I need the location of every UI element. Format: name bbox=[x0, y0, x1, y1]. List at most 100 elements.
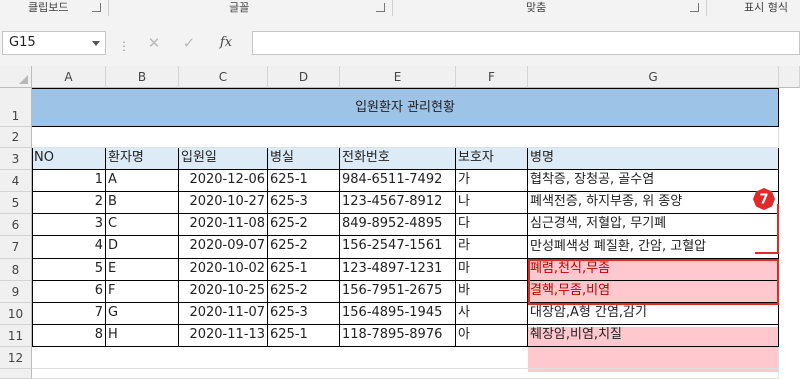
row-header-10[interactable]: 10 bbox=[0, 303, 32, 325]
header-guardian[interactable]: 보호자 bbox=[456, 148, 528, 170]
table-cell-no[interactable]: 1 bbox=[32, 170, 106, 192]
table-cell-disease[interactable]: 만성폐색성 폐질환, 간암, 고혈압 bbox=[528, 236, 779, 259]
chevron-down-icon[interactable] bbox=[92, 41, 100, 46]
table-cell-guardian[interactable]: 바 bbox=[456, 281, 528, 303]
name-box[interactable]: G15 bbox=[2, 31, 106, 55]
table-cell-no[interactable]: 8 bbox=[32, 325, 106, 347]
table-cell-guardian[interactable]: 다 bbox=[456, 214, 528, 236]
table-cell-name[interactable]: D bbox=[106, 236, 179, 259]
header-no[interactable]: NO bbox=[32, 148, 106, 170]
row-header-13[interactable] bbox=[0, 369, 32, 379]
row-header-12[interactable]: 12 bbox=[0, 347, 32, 369]
header-room[interactable]: 병실 bbox=[268, 148, 340, 170]
table-cell-guardian[interactable]: 아 bbox=[456, 325, 528, 347]
table-cell-name[interactable]: E bbox=[106, 259, 179, 281]
table-cell-guardian[interactable]: 가 bbox=[456, 170, 528, 192]
formula-input[interactable] bbox=[252, 31, 800, 55]
table-cell-room[interactable]: 625-1 bbox=[268, 259, 340, 281]
table-cell-room[interactable]: 625-3 bbox=[268, 192, 340, 214]
empty-row[interactable] bbox=[32, 127, 779, 148]
table-cell-name[interactable]: C bbox=[106, 214, 179, 236]
cancel-icon[interactable]: ✕ bbox=[143, 32, 165, 54]
empty-row[interactable] bbox=[32, 369, 779, 379]
row-header-6[interactable]: 6 bbox=[0, 214, 32, 236]
clipboard-launcher-icon[interactable] bbox=[92, 3, 101, 12]
table-cell-date[interactable]: 2020-09-07 bbox=[179, 236, 268, 259]
more-dots-icon: ⋮ bbox=[118, 39, 130, 53]
table-cell-room[interactable]: 625-1 bbox=[268, 325, 340, 347]
sheet-title[interactable]: 입원환자 관리현황 bbox=[32, 88, 779, 127]
table-cell-no[interactable]: 4 bbox=[32, 236, 106, 259]
row-header-5[interactable]: 5 bbox=[0, 192, 32, 214]
table-cell-date[interactable]: 2020-12-06 bbox=[179, 170, 268, 192]
row-header-7[interactable]: 7 bbox=[0, 236, 32, 259]
table-cell-room[interactable]: 625-2 bbox=[268, 281, 340, 303]
table-cell-date[interactable]: 2020-11-08 bbox=[179, 214, 268, 236]
table-cell-no[interactable]: 7 bbox=[32, 303, 106, 325]
empty-row[interactable] bbox=[32, 347, 779, 369]
table-cell-room[interactable]: 625-2 bbox=[268, 214, 340, 236]
table-cell-date[interactable]: 2020-10-25 bbox=[179, 281, 268, 303]
row-header-3[interactable]: 3 bbox=[0, 148, 32, 170]
header-phone[interactable]: 전화번호 bbox=[340, 148, 456, 170]
table-cell-name[interactable]: A bbox=[106, 170, 179, 192]
header-disease[interactable]: 병명 bbox=[528, 148, 779, 170]
table-cell-guardian[interactable]: 사 bbox=[456, 303, 528, 325]
table-cell-name[interactable]: F bbox=[106, 281, 179, 303]
table-cell-date[interactable]: 2020-10-27 bbox=[179, 192, 268, 214]
table-cell-date[interactable]: 2020-11-07 bbox=[179, 303, 268, 325]
header-name[interactable]: 환자명 bbox=[106, 148, 179, 170]
table-cell-no[interactable]: 5 bbox=[32, 259, 106, 281]
table-cell-phone[interactable]: 156-2547-1561 bbox=[340, 236, 456, 259]
column-header-d[interactable]: D bbox=[268, 66, 340, 88]
row-header-4[interactable]: 4 bbox=[0, 170, 32, 192]
column-header-a[interactable]: A bbox=[32, 66, 106, 88]
table-cell-no[interactable]: 3 bbox=[32, 214, 106, 236]
column-header-f[interactable]: F bbox=[456, 66, 528, 88]
row-header-1[interactable]: 1 bbox=[0, 88, 32, 127]
table-cell-disease[interactable]: 협착증, 장청공, 골수염 bbox=[528, 170, 779, 192]
table-cell-disease[interactable]: 췌장암,비염,치질 bbox=[528, 325, 779, 347]
table-cell-room[interactable]: 625-1 bbox=[268, 170, 340, 192]
table-cell-phone[interactable]: 984-6511-7492 bbox=[340, 170, 456, 192]
table-cell-disease[interactable]: 대장암,A형 간염,감기 bbox=[528, 303, 779, 325]
header-admit-date[interactable]: 입원일 bbox=[179, 148, 268, 170]
table-cell-phone[interactable]: 156-4895-1945 bbox=[340, 303, 456, 325]
table-cell-guardian[interactable]: 나 bbox=[456, 192, 528, 214]
column-header-h[interactable] bbox=[779, 66, 800, 88]
table-cell-phone[interactable]: 849-8952-4895 bbox=[340, 214, 456, 236]
column-header-c[interactable]: C bbox=[179, 66, 268, 88]
alignment-launcher-icon[interactable] bbox=[690, 3, 699, 12]
table-cell-phone[interactable]: 123-4567-8912 bbox=[340, 192, 456, 214]
row-header-11[interactable]: 11 bbox=[0, 325, 32, 347]
table-cell-no[interactable]: 6 bbox=[32, 281, 106, 303]
table-cell-guardian[interactable]: 라 bbox=[456, 236, 528, 259]
ribbon-group-clipboard: 클립보드 bbox=[28, 1, 69, 14]
column-header-b[interactable]: B bbox=[106, 66, 179, 88]
row-header-8[interactable]: 8 bbox=[0, 259, 32, 281]
table-cell-phone[interactable]: 118-7895-8976 bbox=[340, 325, 456, 347]
insert-function-icon[interactable]: fx bbox=[215, 32, 237, 54]
column-header-e[interactable]: E bbox=[340, 66, 456, 88]
enter-check-icon[interactable]: ✓ bbox=[178, 32, 200, 54]
annotation-number: 7 bbox=[759, 193, 768, 208]
row-header-9[interactable]: 9 bbox=[0, 281, 32, 303]
table-cell-phone[interactable]: 123-4897-1231 bbox=[340, 259, 456, 281]
table-cell-name[interactable]: H bbox=[106, 325, 179, 347]
table-cell-phone[interactable]: 156-7951-2675 bbox=[340, 281, 456, 303]
font-launcher-icon[interactable] bbox=[376, 3, 385, 12]
table-cell-date[interactable]: 2020-11-13 bbox=[179, 325, 268, 347]
column-header-g[interactable]: G bbox=[528, 66, 779, 88]
table-cell-name[interactable]: B bbox=[106, 192, 179, 214]
table-cell-disease[interactable]: 폐색전증, 하지부종, 위 종양 bbox=[528, 192, 779, 214]
table-cell-room[interactable]: 625-2 bbox=[268, 236, 340, 259]
annotation-connector bbox=[755, 252, 779, 254]
table-cell-disease[interactable]: 심근경색, 저혈압, 무기폐 bbox=[528, 214, 779, 236]
table-cell-name[interactable]: G bbox=[106, 303, 179, 325]
table-cell-date[interactable]: 2020-10-02 bbox=[179, 259, 268, 281]
table-cell-guardian[interactable]: 마 bbox=[456, 259, 528, 281]
select-all-button[interactable] bbox=[0, 66, 32, 88]
table-cell-room[interactable]: 625-3 bbox=[268, 303, 340, 325]
row-header-2[interactable]: 2 bbox=[0, 127, 32, 148]
table-cell-no[interactable]: 2 bbox=[32, 192, 106, 214]
